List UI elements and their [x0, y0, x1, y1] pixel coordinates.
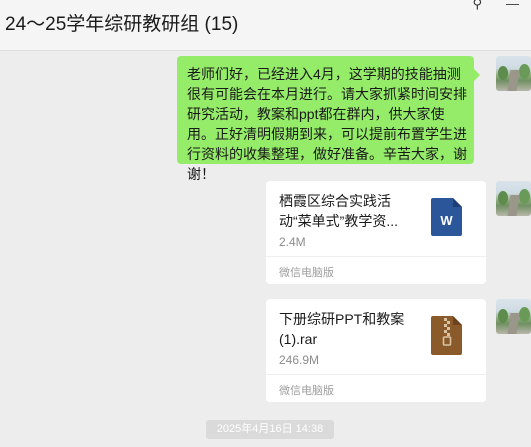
minimize-icon[interactable]: —	[506, 0, 519, 11]
header-divider	[0, 50, 531, 51]
file-source: 微信电脑版	[279, 385, 334, 397]
chat-header: 24～25学年综研教研组 (15) ⚲ —	[0, 0, 531, 50]
chat-title: 24～25学年综研教研组 (15)	[5, 14, 239, 35]
text-message-bubble[interactable]: 老师们好，已经进入4月，这学期的技能抽测很有可能会在本月进行。请大家抓紧时间安排…	[177, 56, 480, 182]
word-icon-letter: W	[440, 213, 453, 228]
file-name: 栖霞区综合实践活动“菜单式”教学资...	[279, 193, 398, 229]
avatar[interactable]	[496, 181, 531, 216]
pin-icon[interactable]: ⚲	[472, 0, 482, 11]
message-text: 老师们好，已经进入4月，这学期的技能抽测很有可能会在本月进行。请大家抓紧时间安排…	[187, 66, 467, 182]
archive-file-icon	[431, 316, 462, 355]
message-timestamp: 2025年4月16日 14:38	[206, 420, 334, 439]
file-card-divider	[266, 374, 486, 375]
file-message-card[interactable]: 下册综研PPT和教案(1).rar 246.9M 微信电脑版	[266, 299, 486, 402]
file-size: 246.9M	[279, 353, 320, 367]
word-file-icon: W	[431, 198, 462, 236]
file-source: 微信电脑版	[279, 267, 334, 279]
avatar[interactable]	[496, 56, 531, 91]
avatar[interactable]	[496, 299, 531, 334]
file-name: 下册综研PPT和教案(1).rar	[279, 311, 405, 347]
file-message-card[interactable]: 栖霞区综合实践活动“菜单式”教学资... 2.4M W 微信电脑版	[266, 181, 486, 284]
file-card-divider	[266, 256, 486, 257]
file-size: 2.4M	[279, 235, 306, 249]
window-controls: ⚲ —	[472, 0, 519, 11]
